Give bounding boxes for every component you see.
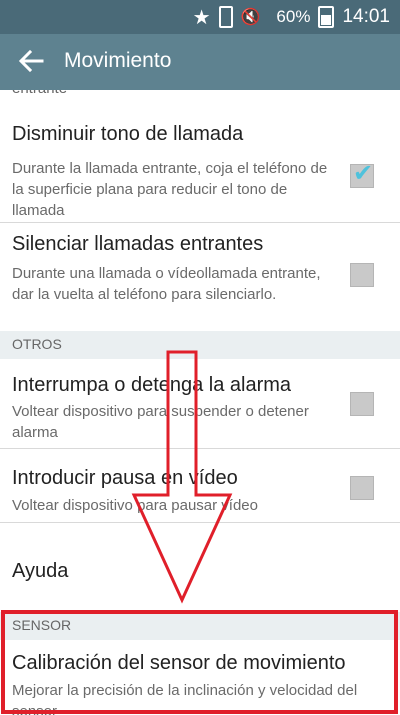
setting-title: Interrumpa o detenga la alarma bbox=[12, 374, 292, 396]
setting-stop-alarm[interactable]: Interrumpa o detenga la alarma Voltear d… bbox=[0, 359, 400, 447]
section-title: SENSOR bbox=[12, 617, 72, 633]
setting-reduce-ringtone[interactable]: Disminuir tono de llamada Durante la lla… bbox=[0, 100, 400, 220]
setting-description: Voltear dispositivo para suspender o det… bbox=[12, 403, 309, 441]
section-header-otros: OTROS bbox=[0, 331, 400, 359]
setting-silence-calls[interactable]: Silenciar llamadas entrantes Durante una… bbox=[0, 223, 400, 328]
section-header-sensor: SENSOR bbox=[0, 612, 400, 640]
phone-icon bbox=[218, 6, 233, 28]
clock: 14:01 bbox=[342, 6, 390, 27]
page-title: Movimiento bbox=[64, 49, 172, 72]
setting-title: Calibración del sensor de movimiento bbox=[12, 652, 346, 674]
setting-description: Durante una llamada o vídeollamada entra… bbox=[12, 265, 321, 303]
arrow-back-icon[interactable] bbox=[16, 46, 46, 76]
mute-icon: 🔇 bbox=[240, 9, 261, 26]
checkbox-pause-video[interactable] bbox=[350, 476, 374, 500]
battery-percent: 60% bbox=[276, 7, 311, 26]
status-bar: ★ 🔇 60% 14:01 bbox=[0, 0, 400, 34]
app-bar: Movimiento bbox=[0, 34, 400, 90]
setting-description: Voltear dispositivo para pausar vídeo bbox=[12, 497, 258, 514]
setting-description: Durante la llamada entrante, coja el tel… bbox=[12, 160, 328, 219]
status-icons: ★ 🔇 60% 14:01 bbox=[193, 0, 390, 34]
battery-icon bbox=[318, 6, 335, 28]
checkbox-silence-calls[interactable] bbox=[350, 263, 374, 287]
checkbox-stop-alarm[interactable] bbox=[350, 392, 374, 416]
setting-sensor-calibration[interactable]: Calibración del sensor de movimiento Mej… bbox=[0, 640, 400, 715]
setting-pause-video[interactable]: Introducir pausa en vídeo Voltear dispos… bbox=[0, 449, 400, 521]
checkbox-reduce-ringtone[interactable]: ✔ bbox=[350, 160, 374, 188]
setting-description: Mejorar la precisión de la inclinación y… bbox=[12, 682, 358, 715]
section-title: OTROS bbox=[12, 336, 62, 352]
settings-list[interactable]: entrante Disminuir tono de llamada Duran… bbox=[0, 90, 400, 715]
setting-title: Introducir pausa en vídeo bbox=[12, 467, 238, 489]
help-label: Ayuda bbox=[12, 560, 69, 582]
star-icon: ★ bbox=[192, 6, 211, 29]
checkmark-icon: ✔ bbox=[353, 160, 374, 187]
cut-off-text: entrante bbox=[12, 90, 67, 97]
help-item[interactable]: Ayuda bbox=[0, 523, 400, 608]
setting-title: Disminuir tono de llamada bbox=[12, 123, 244, 145]
setting-title: Silenciar llamadas entrantes bbox=[12, 233, 264, 255]
